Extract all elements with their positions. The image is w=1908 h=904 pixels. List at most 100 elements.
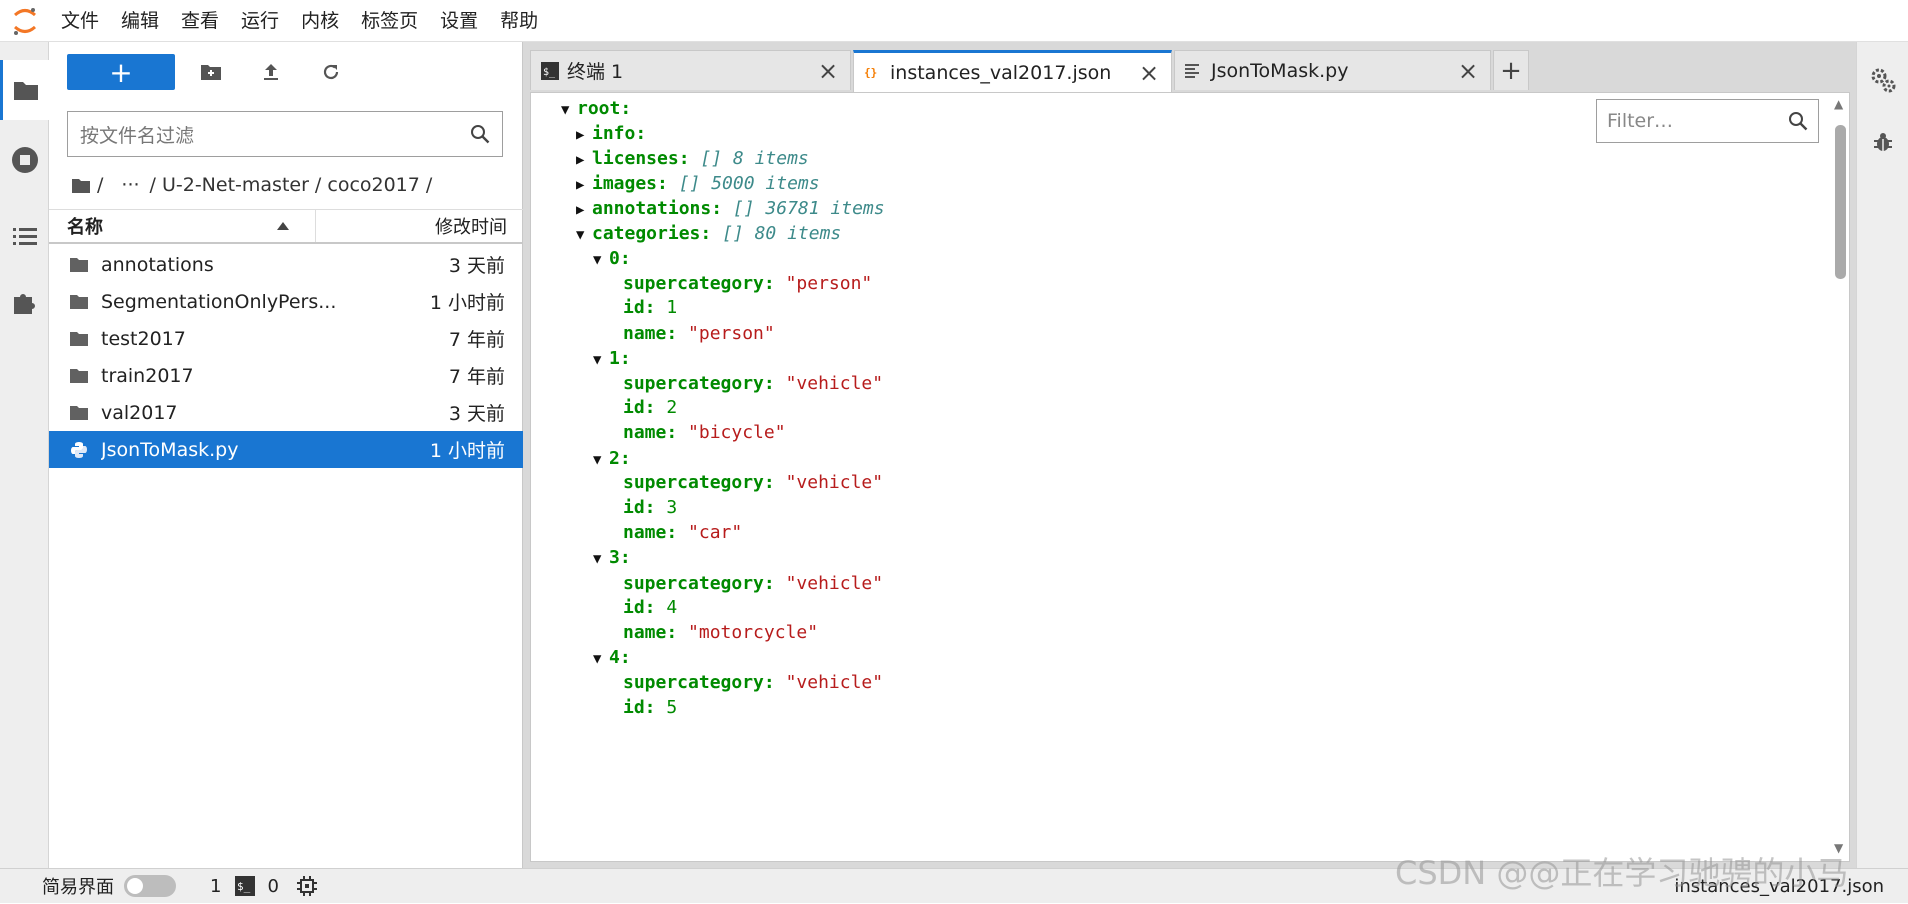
file-row-jsontomask[interactable]: JsonToMask.py 1 小时前 [49, 431, 523, 468]
json-key: name: [623, 422, 678, 443]
menu-view[interactable]: 查看 [170, 0, 230, 42]
breadcrumb-root[interactable]: / [97, 174, 103, 196]
upload-icon[interactable] [241, 54, 301, 90]
file-name: val2017 [101, 401, 178, 424]
json-key: name: [623, 323, 678, 344]
json-key: id: [623, 597, 656, 618]
json-field: name: "bicycle" [623, 418, 786, 448]
json-item-count: [] 36781 items [732, 198, 885, 219]
json-field: name: "motorcycle" [623, 618, 818, 648]
json-key: supercategory: [623, 573, 775, 594]
file-list: annotations 3 天前 SegmentationOnlyPers...… [49, 246, 523, 468]
breadcrumb-path[interactable]: / U-2-Net-master / coco2017 / [150, 174, 433, 196]
extension-puzzle-icon[interactable] [0, 272, 49, 332]
folder-icon[interactable] [0, 60, 49, 120]
json-number-value: 1 [666, 297, 678, 318]
json-filter-input[interactable]: Filter… [1596, 99, 1819, 143]
json-item-count: [] 80 items [722, 223, 842, 244]
file-row-test2017[interactable]: test2017 7 年前 [49, 320, 523, 357]
menu-help[interactable]: 帮助 [489, 0, 549, 42]
menu-tabs[interactable]: 标签页 [350, 0, 429, 42]
json-item-count: [] 8 items [700, 148, 809, 169]
file-name: SegmentationOnlyPers... [101, 290, 337, 313]
column-name-header[interactable]: 名称 [49, 210, 316, 242]
json-icon: {} [864, 66, 877, 79]
search-icon [471, 125, 490, 144]
file-row-val2017[interactable]: val2017 3 天前 [49, 394, 523, 431]
menu-run[interactable]: 运行 [230, 0, 290, 42]
tab-terminal[interactable]: $_ 终端 1 × [530, 50, 851, 90]
json-field: name: "car" [623, 518, 742, 548]
file-modified: 3 天前 [448, 403, 505, 425]
json-string-value: "bicycle" [688, 422, 786, 443]
breadcrumb-ellipsis[interactable]: ··· [121, 174, 139, 196]
terminal-count[interactable]: 0 [267, 876, 278, 897]
simple-mode-toggle[interactable] [124, 875, 176, 897]
json-number-value: 4 [666, 597, 678, 618]
home-folder-icon[interactable] [71, 177, 91, 194]
file-name: annotations [101, 253, 214, 276]
folder-icon [70, 294, 88, 309]
json-item-count: [] 5000 items [678, 173, 820, 194]
add-tab-button[interactable]: + [1493, 50, 1529, 90]
scrollbar-thumb[interactable] [1835, 125, 1846, 279]
json-key: images: [592, 173, 668, 194]
debugger-bug-icon[interactable] [1857, 112, 1908, 172]
scroll-up-arrow-icon[interactable]: ▲ [1834, 97, 1843, 111]
json-key: name: [623, 522, 678, 543]
file-modified: 1 小时前 [429, 440, 505, 462]
tab-python-file[interactable]: JsonToMask.py × [1174, 50, 1491, 90]
search-icon [1789, 112, 1808, 131]
expanded-arrow-icon: ▼ [593, 352, 602, 368]
tab-label: instances_val2017.json [890, 61, 1112, 84]
kernel-count[interactable]: 1 [210, 876, 221, 897]
file-filter-placeholder: 按文件名过滤 [80, 124, 195, 147]
csdn-watermark: CSDN @@正在学习驰骋的小马 [1395, 854, 1849, 892]
breadcrumb: / ··· / U-2-Net-master / coco2017 / [71, 167, 440, 203]
json-key: id: [623, 297, 656, 318]
json-key: 2: [609, 448, 631, 469]
tab-json[interactable]: {} instances_val2017.json × [853, 50, 1172, 92]
file-row-segmentation[interactable]: SegmentationOnlyPers... 1 小时前 [49, 283, 523, 320]
json-viewer-panel: Filter… ▼ root: ▶ info: ▶ licenses: [] 8 it… [530, 92, 1850, 862]
file-modified: 3 天前 [448, 255, 505, 277]
new-launcher-button[interactable]: + [67, 54, 175, 90]
folder-icon [70, 257, 88, 272]
close-icon[interactable]: × [1137, 59, 1161, 87]
jupyter-logo-icon [0, 0, 50, 42]
tab-label: JsonToMask.py [1211, 59, 1349, 82]
left-sidebar [0, 42, 49, 868]
json-string-value: "vehicle" [785, 672, 884, 693]
menu-file[interactable]: 文件 [50, 0, 110, 42]
json-string-value: "person" [785, 273, 873, 294]
table-of-contents-icon[interactable] [0, 207, 49, 267]
file-row-annotations[interactable]: annotations 3 天前 [49, 246, 523, 283]
json-string-value: "motorcycle" [688, 622, 819, 643]
json-key: licenses: [592, 148, 690, 169]
new-folder-icon[interactable] [181, 54, 241, 90]
json-key: 3: [609, 547, 631, 568]
json-number-value: 2 [666, 397, 678, 418]
simple-mode-label: 简易界面 [42, 877, 114, 898]
file-row-train2017[interactable]: train2017 7 年前 [49, 357, 523, 394]
refresh-icon[interactable] [301, 54, 361, 90]
close-icon[interactable]: × [816, 57, 840, 85]
file-filter-input[interactable]: 按文件名过滤 [67, 111, 503, 157]
text-file-icon [1185, 63, 1199, 78]
close-icon[interactable]: × [1456, 57, 1480, 85]
column-modified-header[interactable]: 修改时间 [316, 213, 523, 239]
cpu-chip-icon[interactable] [296, 876, 317, 896]
vertical-scrollbar[interactable]: ▲ ▼ [1832, 97, 1848, 857]
json-key: id: [623, 397, 656, 418]
menu-settings[interactable]: 设置 [429, 0, 489, 42]
json-field: name: "person" [623, 319, 775, 349]
json-field: id: 5 [623, 693, 677, 723]
property-inspector-gears-icon[interactable] [1857, 50, 1908, 110]
running-stop-icon[interactable] [0, 130, 49, 190]
json-key: categories: [592, 223, 712, 244]
menu-kernel[interactable]: 内核 [290, 0, 350, 42]
terminal-status-icon: $_ [235, 876, 256, 896]
svg-text:$_: $_ [543, 67, 556, 78]
menu-edit[interactable]: 编辑 [110, 0, 170, 42]
json-string-value: "person" [688, 323, 775, 344]
